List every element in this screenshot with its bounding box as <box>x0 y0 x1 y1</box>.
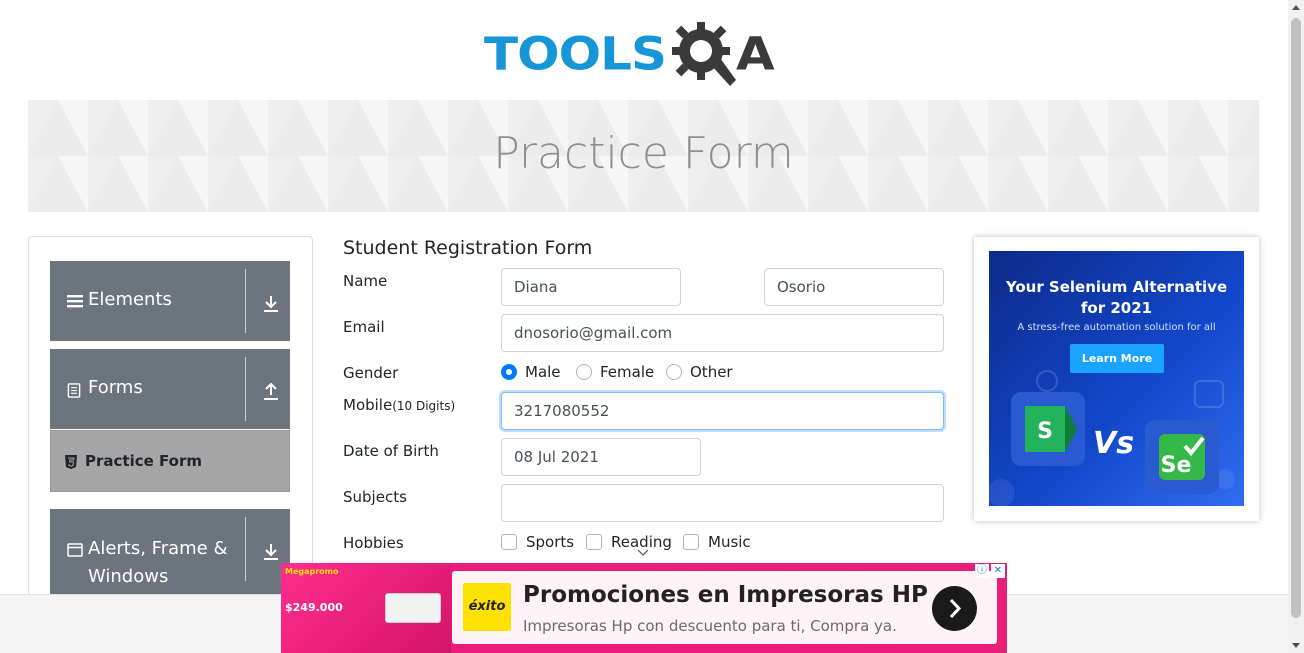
scroll-up-icon[interactable] <box>1292 5 1300 10</box>
sidebar-group-label: Elements <box>88 289 172 310</box>
radio-indicator[interactable] <box>666 364 682 380</box>
ad-subtitle: A stress-free automation solution for al… <box>1017 322 1216 333</box>
gender-radio-other[interactable]: Other <box>666 363 733 381</box>
page-title: Practice Form <box>493 128 794 179</box>
radio-label: Female <box>600 363 655 381</box>
upload-arrow-icon[interactable] <box>262 383 280 401</box>
divider <box>245 357 246 421</box>
email-label: Email <box>343 318 385 336</box>
sidebar-group-elements[interactable]: Elements <box>50 261 290 341</box>
hamburger-icon <box>67 295 83 308</box>
ad-choices[interactable]: ⓘ ✕ <box>975 564 1005 578</box>
ad-title-line2: for 2021 <box>1080 299 1153 317</box>
mobile-input[interactable]: 3217080552 <box>501 392 944 430</box>
ad-creative[interactable]: Your Selenium Alternative for 2021 A str… <box>989 251 1244 506</box>
checkbox-box[interactable] <box>501 534 517 550</box>
mobile-label-text: Mobile <box>343 396 393 414</box>
selenium-logo-icon: Se <box>1145 420 1219 494</box>
toolsqa-logo[interactable]: TOOLS A <box>484 18 806 90</box>
side-advertisement[interactable]: Your Selenium Alternative for 2021 A str… <box>974 237 1259 521</box>
bottom-advertisement[interactable]: Megapromo $249.000 éxito Promociones en … <box>281 563 1007 653</box>
mobile-label: Mobile(10 Digits) <box>343 396 455 414</box>
form-title: Student Registration Form <box>343 237 593 259</box>
exito-logo: éxito <box>463 583 511 631</box>
sidebar-group-label: Alerts, Frame & <box>88 538 228 559</box>
mobile-hint: (10 Digits) <box>392 399 456 413</box>
printer-image <box>385 593 441 623</box>
first-name-input[interactable]: Diana <box>501 268 681 306</box>
dob-label: Date of Birth <box>343 442 439 460</box>
svg-text:S: S <box>1037 419 1053 444</box>
logo-text-a: A <box>736 27 775 81</box>
close-icon[interactable]: ✕ <box>991 564 1005 578</box>
page: TOOLS A Practice Form Elements Forms Pra… <box>0 0 1304 653</box>
sidebar-group-label: Forms <box>88 377 143 398</box>
email-input[interactable]: dnosorio@gmail.com <box>501 314 944 352</box>
html5-icon <box>65 455 77 469</box>
hobby-checkbox-reading[interactable]: Reading <box>586 533 672 551</box>
radio-label: Other <box>690 363 733 381</box>
svg-text:Se: Se <box>1161 453 1192 478</box>
window-icon <box>67 543 83 557</box>
last-name-input[interactable]: Osorio <box>764 268 944 306</box>
katalon-logo-icon: S <box>1011 392 1085 466</box>
promo-tag: Megapromo <box>285 567 339 576</box>
checkbox-label: Sports <box>526 533 575 551</box>
hobby-checkbox-music[interactable]: Music <box>683 533 751 551</box>
name-label: Name <box>343 272 388 290</box>
logo-text-tools: TOOLS <box>484 27 667 81</box>
radio-indicator[interactable] <box>576 364 592 380</box>
checkbox-box[interactable] <box>683 534 699 550</box>
document-icon <box>67 383 81 398</box>
hobbies-label: Hobbies <box>343 534 404 552</box>
subjects-label: Subjects <box>343 488 407 506</box>
hobby-checkbox-sports[interactable]: Sports <box>501 533 574 551</box>
promo-title[interactable]: Promociones en Impresoras HP <box>523 582 928 608</box>
gender-radio-male[interactable]: Male <box>501 363 561 381</box>
sidebar: Elements Forms Practice Form Alerts, Fra… <box>28 236 313 616</box>
radio-label: Male <box>525 363 561 381</box>
sidebar-group-label-line2: Windows <box>88 566 169 587</box>
learn-more-button[interactable]: Learn More <box>1070 344 1164 373</box>
checkbox-box[interactable] <box>586 534 602 550</box>
chevron-right-icon <box>949 598 962 619</box>
gender-label: Gender <box>343 364 399 382</box>
gear-magnifier-icon <box>672 22 736 86</box>
radio-indicator[interactable] <box>501 364 517 380</box>
vertical-scrollbar[interactable] <box>1288 0 1304 653</box>
adchoices-info-icon[interactable]: ⓘ <box>975 564 989 578</box>
gender-radio-female[interactable]: Female <box>576 363 654 381</box>
subjects-input[interactable] <box>501 484 944 522</box>
scrollbar-thumb[interactable] <box>1291 18 1301 618</box>
sidebar-item-label: Practice Form <box>85 452 202 470</box>
promo-subtitle: Impresoras Hp con descuento para ti, Com… <box>523 617 897 635</box>
divider <box>245 269 246 333</box>
sidebar-item-practice-form[interactable]: Practice Form <box>50 430 290 492</box>
chevron-down-icon <box>637 549 649 556</box>
promo-image[interactable]: Megapromo $249.000 <box>281 563 451 653</box>
divider <box>245 517 246 581</box>
promo-go-button[interactable] <box>932 586 977 631</box>
download-arrow-icon[interactable] <box>262 295 280 313</box>
ad-title: Your Selenium Alternative for 2021 <box>989 277 1244 319</box>
checkbox-label: Music <box>708 533 751 551</box>
ad-vs-text: Vs <box>1093 426 1135 461</box>
scroll-down-icon[interactable] <box>1292 643 1300 648</box>
promo-card[interactable]: éxito Promociones en Impresoras HP Impre… <box>452 571 997 644</box>
ad-title-line1: Your Selenium Alternative <box>1005 278 1228 296</box>
page-banner: Practice Form <box>28 100 1259 212</box>
date-of-birth-input[interactable]: 08 Jul 2021 <box>501 438 701 476</box>
sidebar-group-forms[interactable]: Forms <box>50 349 290 429</box>
promo-price: $249.000 <box>285 601 343 614</box>
download-arrow-icon[interactable] <box>262 543 280 561</box>
